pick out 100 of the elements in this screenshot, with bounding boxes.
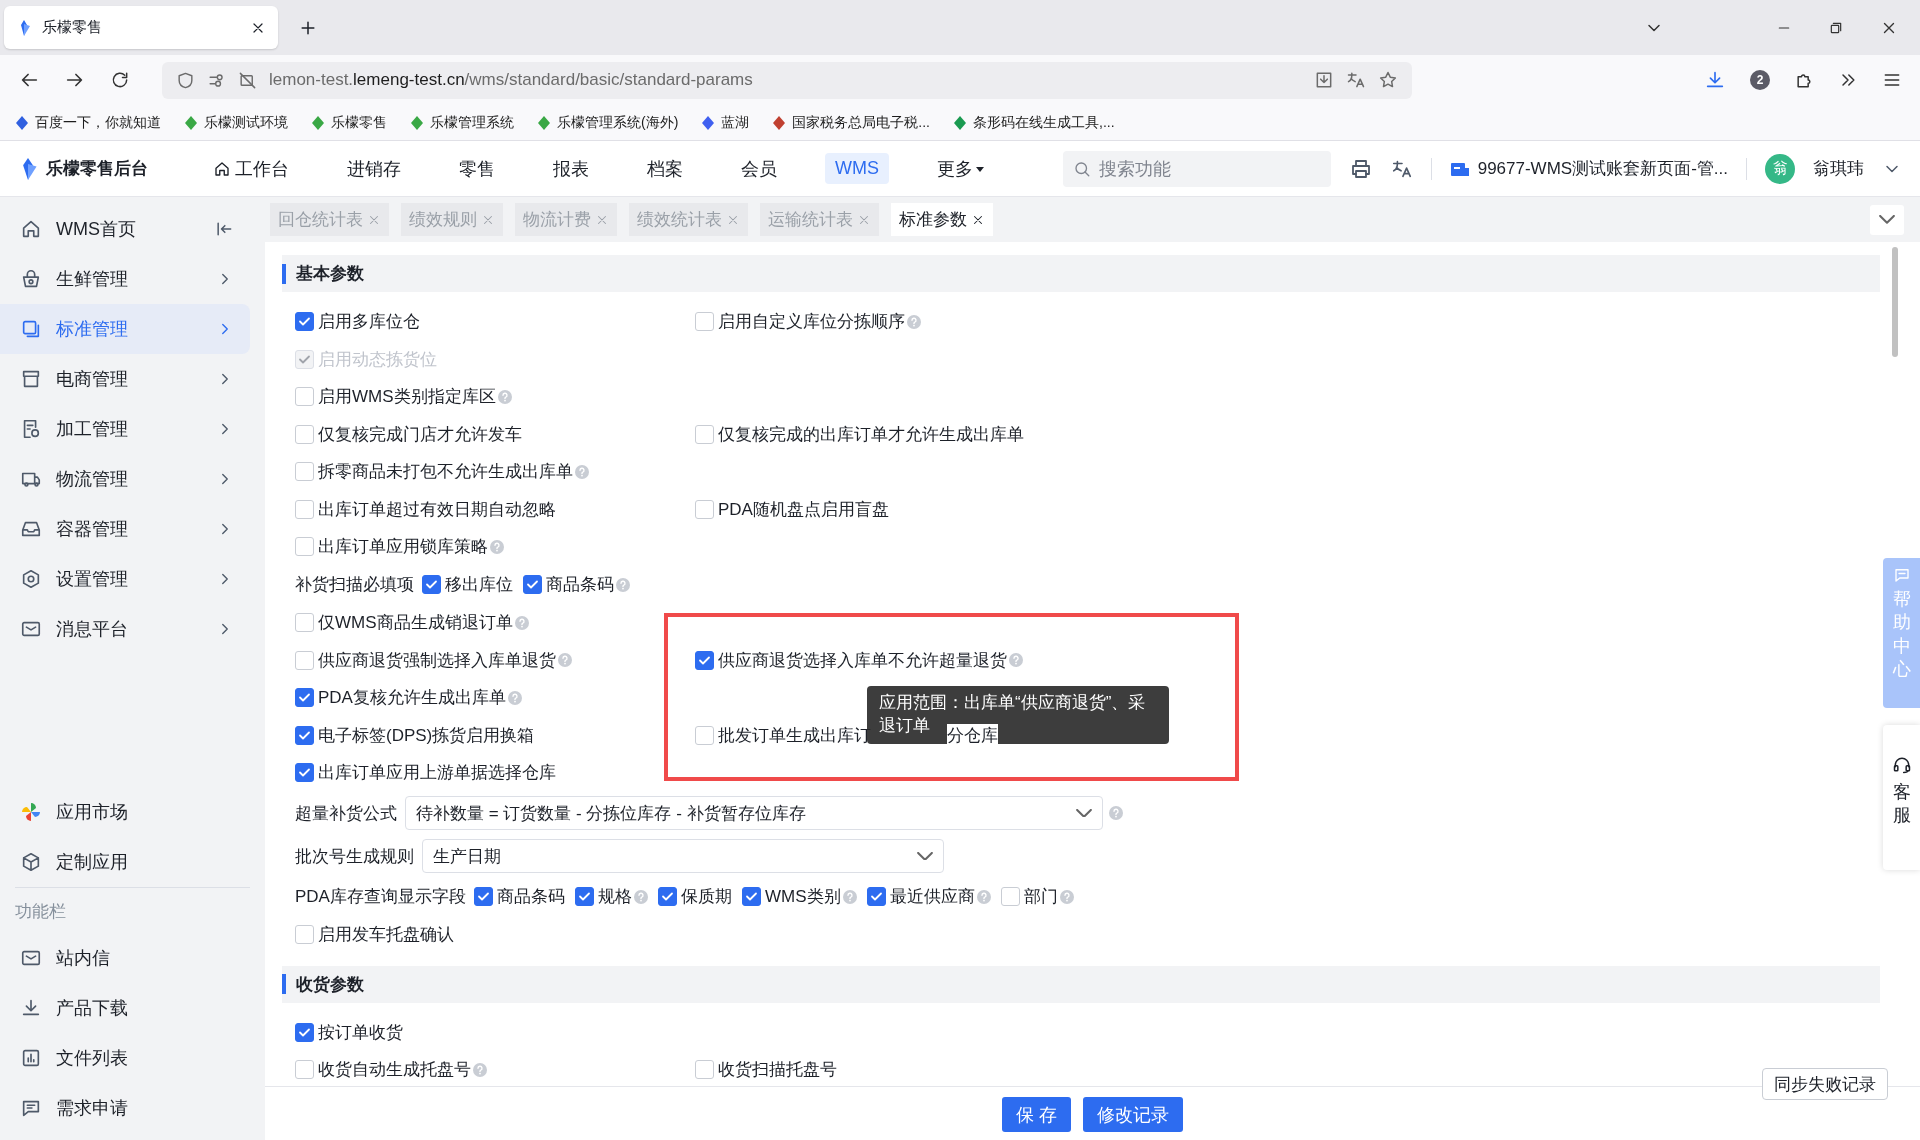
checkbox[interactable] — [422, 575, 441, 595]
sidebar-item[interactable]: 物流管理 — [0, 454, 250, 504]
star-icon[interactable] — [1378, 70, 1398, 90]
chat-icon — [1892, 566, 1911, 584]
checkbox[interactable] — [295, 1022, 314, 1042]
checkbox[interactable] — [695, 650, 714, 670]
option-label: 仅复核完成门店才允许发车 — [318, 423, 522, 446]
sidebar-item[interactable]: WMS首页 — [0, 204, 250, 254]
browser-tab[interactable]: 乐檬零售 — [4, 6, 278, 49]
bookmark[interactable]: 乐檬管理系统 — [409, 113, 514, 132]
help-icon[interactable] — [1009, 653, 1023, 668]
help-icon[interactable] — [575, 464, 589, 479]
bookmark[interactable]: 乐檬零售 — [310, 113, 387, 132]
save-page-icon[interactable] — [1314, 70, 1334, 90]
checkbox[interactable] — [295, 312, 314, 332]
nav-item[interactable]: 报表 — [543, 151, 599, 186]
bookmark[interactable]: 蓝湖 — [700, 113, 750, 132]
help-icon[interactable] — [1109, 806, 1123, 820]
help-icon[interactable] — [616, 577, 630, 592]
option-label: 收货扫描托盘号 — [718, 1059, 837, 1082]
select-field[interactable]: 待补数量 = 订货数量 - 分拣位库存 - 补货暂存位库存 — [405, 796, 1103, 830]
bookmark[interactable]: 条形码在线生成工具,... — [952, 113, 1115, 132]
section-label: 功能栏 — [14, 901, 67, 923]
checkbox[interactable] — [523, 575, 542, 595]
help-icon[interactable] — [558, 653, 572, 668]
help-icon[interactable] — [490, 539, 504, 554]
sidebar-item[interactable]: 消息平台 — [0, 604, 250, 654]
sidebar-item[interactable]: 文件列表 — [0, 1033, 250, 1083]
scrollbar[interactable] — [1892, 247, 1898, 357]
option-label: 供应商退货强制选择入库单退货 — [318, 649, 556, 672]
bookmark-icon — [310, 114, 326, 131]
nav-item[interactable]: WMS — [825, 153, 889, 184]
help-icon[interactable] — [633, 889, 648, 904]
bookmark[interactable]: 乐檬测试环境 — [183, 113, 288, 132]
sync-failures-button[interactable]: 同步失败记录 — [1762, 1068, 1888, 1100]
store-icon — [20, 368, 42, 390]
bookmark[interactable]: 百度一下，你就知道 — [14, 113, 161, 132]
help-icon[interactable] — [907, 314, 921, 329]
reload-icon[interactable] — [110, 70, 130, 90]
nav-item[interactable]: 档案 — [637, 151, 693, 186]
sidebar-item[interactable]: 定制应用 — [0, 837, 250, 887]
sidebar-item[interactable]: 标准管理 — [0, 304, 250, 354]
checkbox[interactable] — [574, 887, 594, 907]
option-label: 电子标签(DPS)拣货启用换箱 — [318, 724, 535, 747]
page-tab[interactable]: 标准参数 — [891, 203, 993, 236]
house-icon — [20, 218, 42, 240]
sidebar-item[interactable]: 容器管理 — [0, 504, 250, 554]
select-field[interactable]: 生产日期 — [422, 839, 944, 873]
sidebar-item[interactable]: 需求申请 — [0, 1083, 250, 1133]
help-icon[interactable] — [842, 889, 857, 904]
chevron-down-icon — [1076, 808, 1092, 818]
sidebar-item[interactable]: 生鲜管理 — [0, 254, 250, 304]
chart-icon — [20, 1047, 42, 1069]
checkbox[interactable] — [295, 688, 314, 708]
bookmark[interactable]: 国家税务总局电子税... — [771, 113, 930, 132]
tab-menu-button[interactable] — [1870, 204, 1904, 235]
nav-item[interactable]: 会员 — [731, 151, 787, 186]
help-icon[interactable] — [507, 690, 522, 705]
checkbox[interactable] — [295, 763, 314, 783]
bookmark-icon — [700, 114, 717, 131]
option-label: 仅复核完成的出库订单才允许生成出库单 — [718, 423, 1024, 446]
save-button[interactable]: 保 存 — [1002, 1097, 1071, 1132]
more-menu[interactable]: 更多 — [927, 151, 995, 186]
account-name[interactable]: 99677-WMS测试账套新页面-管... — [1477, 157, 1728, 180]
help-icon[interactable] — [976, 889, 991, 904]
help-icon[interactable] — [1059, 889, 1074, 904]
option-label: 部门 — [1023, 886, 1058, 909]
customer-service-tab[interactable]: 客服 — [1883, 725, 1920, 870]
option-label: 拆零商品未打包不允许生成出库单 — [318, 461, 573, 484]
bookmark-icon — [771, 114, 788, 131]
translate-icon[interactable] — [1346, 70, 1366, 90]
sidebar-item[interactable]: 设置管理 — [0, 554, 250, 604]
help-icon[interactable] — [514, 615, 529, 630]
nav-item[interactable]: 零售 — [449, 151, 505, 186]
checkbox[interactable] — [866, 887, 886, 907]
sidebar-item[interactable]: 应用市场 — [0, 787, 250, 837]
checkbox[interactable] — [741, 887, 761, 907]
nav-item[interactable]: 进销存 — [337, 151, 411, 186]
chevron-down-icon — [1879, 215, 1895, 224]
checkbox[interactable] — [473, 887, 493, 907]
sidebar-item[interactable]: 电商管理 — [0, 354, 250, 404]
address-bar[interactable]: lemon-test.lemeng-test.cn/wms/standard/basic/standard-params — [162, 61, 1412, 99]
settings-icon — [20, 568, 42, 590]
nav-item[interactable]: 工作台 — [203, 151, 299, 186]
account-badge[interactable]: 2 — [1750, 70, 1770, 90]
user-name[interactable]: 翁琪玮 — [1813, 157, 1864, 180]
sidebar-item[interactable]: 产品下载 — [0, 983, 250, 1033]
sidebar-item[interactable]: 站内信 — [0, 933, 250, 983]
basket-icon — [20, 268, 42, 290]
checkbox[interactable] — [295, 725, 314, 745]
checkbox[interactable] — [657, 887, 677, 907]
option-label: 启用动态拣货位 — [318, 348, 437, 371]
option-label: 最近供应商 — [889, 886, 975, 909]
help-icon[interactable] — [473, 1062, 487, 1077]
sidebar-item[interactable]: 加工管理 — [0, 404, 250, 454]
history-button[interactable]: 修改记录 — [1083, 1097, 1183, 1132]
help-icon[interactable] — [497, 389, 512, 404]
field-label: 批次号生成规则 — [295, 845, 414, 868]
bookmark-icon — [409, 114, 425, 131]
bookmark[interactable]: 乐檬管理系统(海外) — [536, 113, 679, 132]
